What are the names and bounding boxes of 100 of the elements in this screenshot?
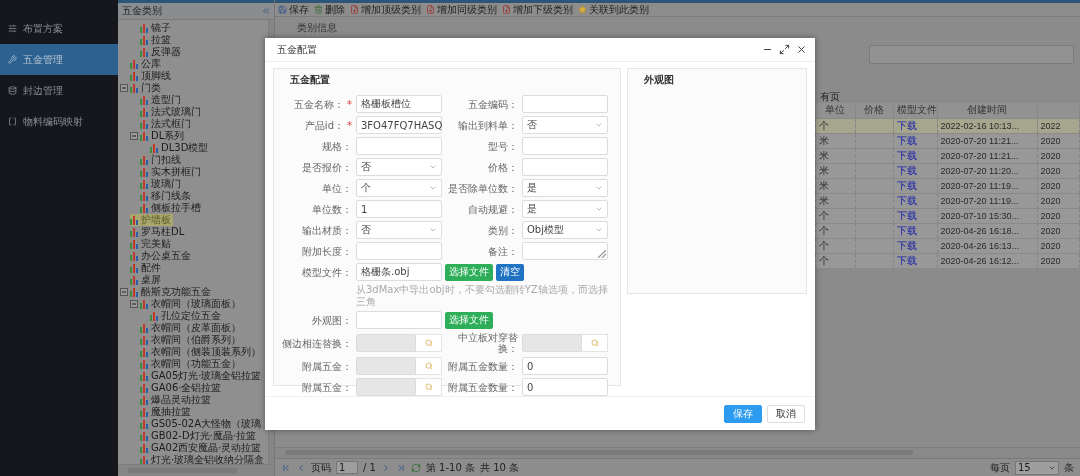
- collapse-icon[interactable]: [120, 84, 128, 92]
- lookup-field[interactable]: [522, 334, 582, 352]
- tree-item[interactable]: 完美贴: [130, 238, 173, 250]
- first-page-icon[interactable]: [281, 462, 291, 473]
- tree-item[interactable]: GA02西安魔晶·灵动拉篮: [140, 442, 264, 454]
- collapse-icon[interactable]: [120, 288, 128, 296]
- search-button[interactable]: [416, 378, 442, 396]
- select-field[interactable]: 否: [522, 116, 608, 134]
- textarea-field[interactable]: [869, 45, 1074, 64]
- download-link[interactable]: 下载: [896, 164, 917, 176]
- tree-item[interactable]: 实木拼框门: [140, 166, 203, 178]
- tree-item[interactable]: 镜子: [140, 22, 173, 34]
- tree-item[interactable]: GA06·全铝拉篮: [140, 382, 224, 394]
- text-field[interactable]: 0: [522, 378, 608, 396]
- tree-item[interactable]: 孔位定位五金: [150, 310, 223, 322]
- choose-file-button[interactable]: 选择文件: [445, 263, 493, 281]
- nav-item[interactable]: 物料编码映射: [0, 106, 118, 137]
- text-field[interactable]: [522, 137, 608, 155]
- tree-item[interactable]: 桌屏: [130, 274, 163, 286]
- tree-item[interactable]: DL系列: [140, 130, 187, 142]
- collapse-panel-icon[interactable]: [261, 6, 271, 16]
- tree-item[interactable]: 法式框门: [140, 118, 193, 130]
- tree-item[interactable]: 造型门: [140, 94, 183, 106]
- select-field[interactable]: 是: [522, 179, 608, 197]
- tree-item[interactable]: 顶脚线: [130, 70, 173, 82]
- tree-item[interactable]: 侧板拉手槽: [140, 202, 203, 214]
- nav-item[interactable]: 布置方案: [0, 13, 118, 44]
- clear-button[interactable]: 清空: [496, 263, 524, 281]
- last-page-icon[interactable]: [395, 462, 406, 473]
- refresh-icon[interactable]: [410, 462, 421, 473]
- lookup-field[interactable]: [356, 357, 416, 375]
- toolbar-button[interactable]: 增加同级类别: [426, 2, 497, 17]
- scrollbar[interactable]: [118, 464, 274, 476]
- text-field[interactable]: [522, 158, 608, 176]
- text-field[interactable]: 1: [356, 200, 442, 218]
- download-link[interactable]: 下载: [896, 119, 917, 131]
- toolbar-button[interactable]: 增加顶级类别: [350, 2, 421, 17]
- text-field[interactable]: [356, 242, 442, 260]
- maximize-icon[interactable]: [779, 44, 790, 55]
- download-link[interactable]: 下载: [896, 134, 917, 146]
- tree-item[interactable]: 玻璃门: [140, 178, 183, 190]
- toolbar-button[interactable]: 增加下级类别: [502, 2, 573, 17]
- download-link[interactable]: 下载: [896, 224, 917, 236]
- file-field[interactable]: 格栅条.obj: [356, 263, 442, 281]
- column-header[interactable]: 单位: [815, 103, 855, 118]
- text-field[interactable]: [356, 137, 442, 155]
- download-link[interactable]: 下载: [896, 179, 917, 191]
- tree-item[interactable]: 衣帽间（伯爵系列）: [140, 334, 243, 346]
- download-link[interactable]: 下载: [896, 149, 917, 161]
- collapse-icon[interactable]: [130, 132, 138, 140]
- nav-item[interactable]: 封边管理: [0, 75, 118, 106]
- tree-item[interactable]: 门类: [130, 82, 163, 94]
- cancel-button[interactable]: 取消: [767, 404, 805, 423]
- tree-item[interactable]: 爆品灵动拉篮: [140, 394, 213, 406]
- tree-item[interactable]: 法式玻璃门: [140, 106, 203, 118]
- toolbar-button[interactable]: 删除: [314, 2, 345, 17]
- tree-item[interactable]: 拉篮: [140, 34, 173, 46]
- download-link[interactable]: 下载: [896, 194, 917, 206]
- tree-item[interactable]: GB02-D灯光·魔晶·拉篮: [140, 430, 258, 442]
- text-field[interactable]: 3FO47FQ7HASQ: [356, 116, 442, 134]
- tree-item[interactable]: 门扣线: [140, 154, 183, 166]
- column-header[interactable]: 创建时间: [937, 103, 1037, 118]
- select-field[interactable]: 是: [522, 200, 608, 218]
- tree-item[interactable]: 护墙板: [130, 214, 173, 226]
- lookup-field[interactable]: [356, 334, 416, 352]
- search-button[interactable]: [416, 357, 442, 375]
- text-field[interactable]: 格栅板槽位: [356, 95, 442, 113]
- page-field[interactable]: 1: [336, 461, 358, 474]
- column-header[interactable]: 模型文件: [893, 103, 937, 118]
- select-field[interactable]: Obj模型: [522, 221, 608, 239]
- per-page-select[interactable]: 15: [1015, 460, 1059, 475]
- search-button[interactable]: [582, 334, 608, 352]
- download-link[interactable]: 下载: [896, 209, 917, 221]
- text-field[interactable]: [522, 95, 608, 113]
- select-field[interactable]: 否: [356, 221, 442, 239]
- tree-item[interactable]: DL3D模型: [150, 142, 211, 154]
- tree-item[interactable]: 罗马柱DL: [130, 226, 187, 238]
- tree-item[interactable]: 反弹器: [140, 46, 183, 58]
- save-button[interactable]: 保存: [724, 404, 762, 423]
- tree-item[interactable]: GA05灯光·玻璃全铝拉篮: [140, 370, 264, 382]
- nav-item[interactable]: 五金管理: [0, 44, 118, 75]
- tree-item[interactable]: 配件: [130, 262, 163, 274]
- tree-item[interactable]: 移门线条: [140, 190, 193, 202]
- tree-item[interactable]: 酷斯克功能五金: [130, 286, 213, 298]
- tree-item[interactable]: 公库: [130, 58, 163, 70]
- download-link[interactable]: 下载: [896, 239, 917, 251]
- collapse-icon[interactable]: [130, 300, 138, 308]
- select-field[interactable]: 否: [356, 158, 442, 176]
- choose-file-button[interactable]: 选择文件: [445, 311, 493, 329]
- close-icon[interactable]: [796, 44, 807, 55]
- lookup-field[interactable]: [356, 378, 416, 396]
- select-field[interactable]: 个: [356, 179, 442, 197]
- tree-item[interactable]: 灯光·玻璃全铝收纳分隔盒: [140, 454, 267, 464]
- file-field[interactable]: [356, 311, 442, 329]
- tree-item[interactable]: 魔抽拉篮: [140, 406, 193, 418]
- tree-item[interactable]: 衣帽间（玻璃面板）: [140, 298, 243, 310]
- toolbar-button[interactable]: 关联到此类别: [578, 2, 649, 17]
- tree-item[interactable]: 衣帽间（皮革面板）: [140, 322, 243, 334]
- toolbar-button[interactable]: 保存: [278, 2, 309, 17]
- previous-page-icon[interactable]: [296, 462, 306, 473]
